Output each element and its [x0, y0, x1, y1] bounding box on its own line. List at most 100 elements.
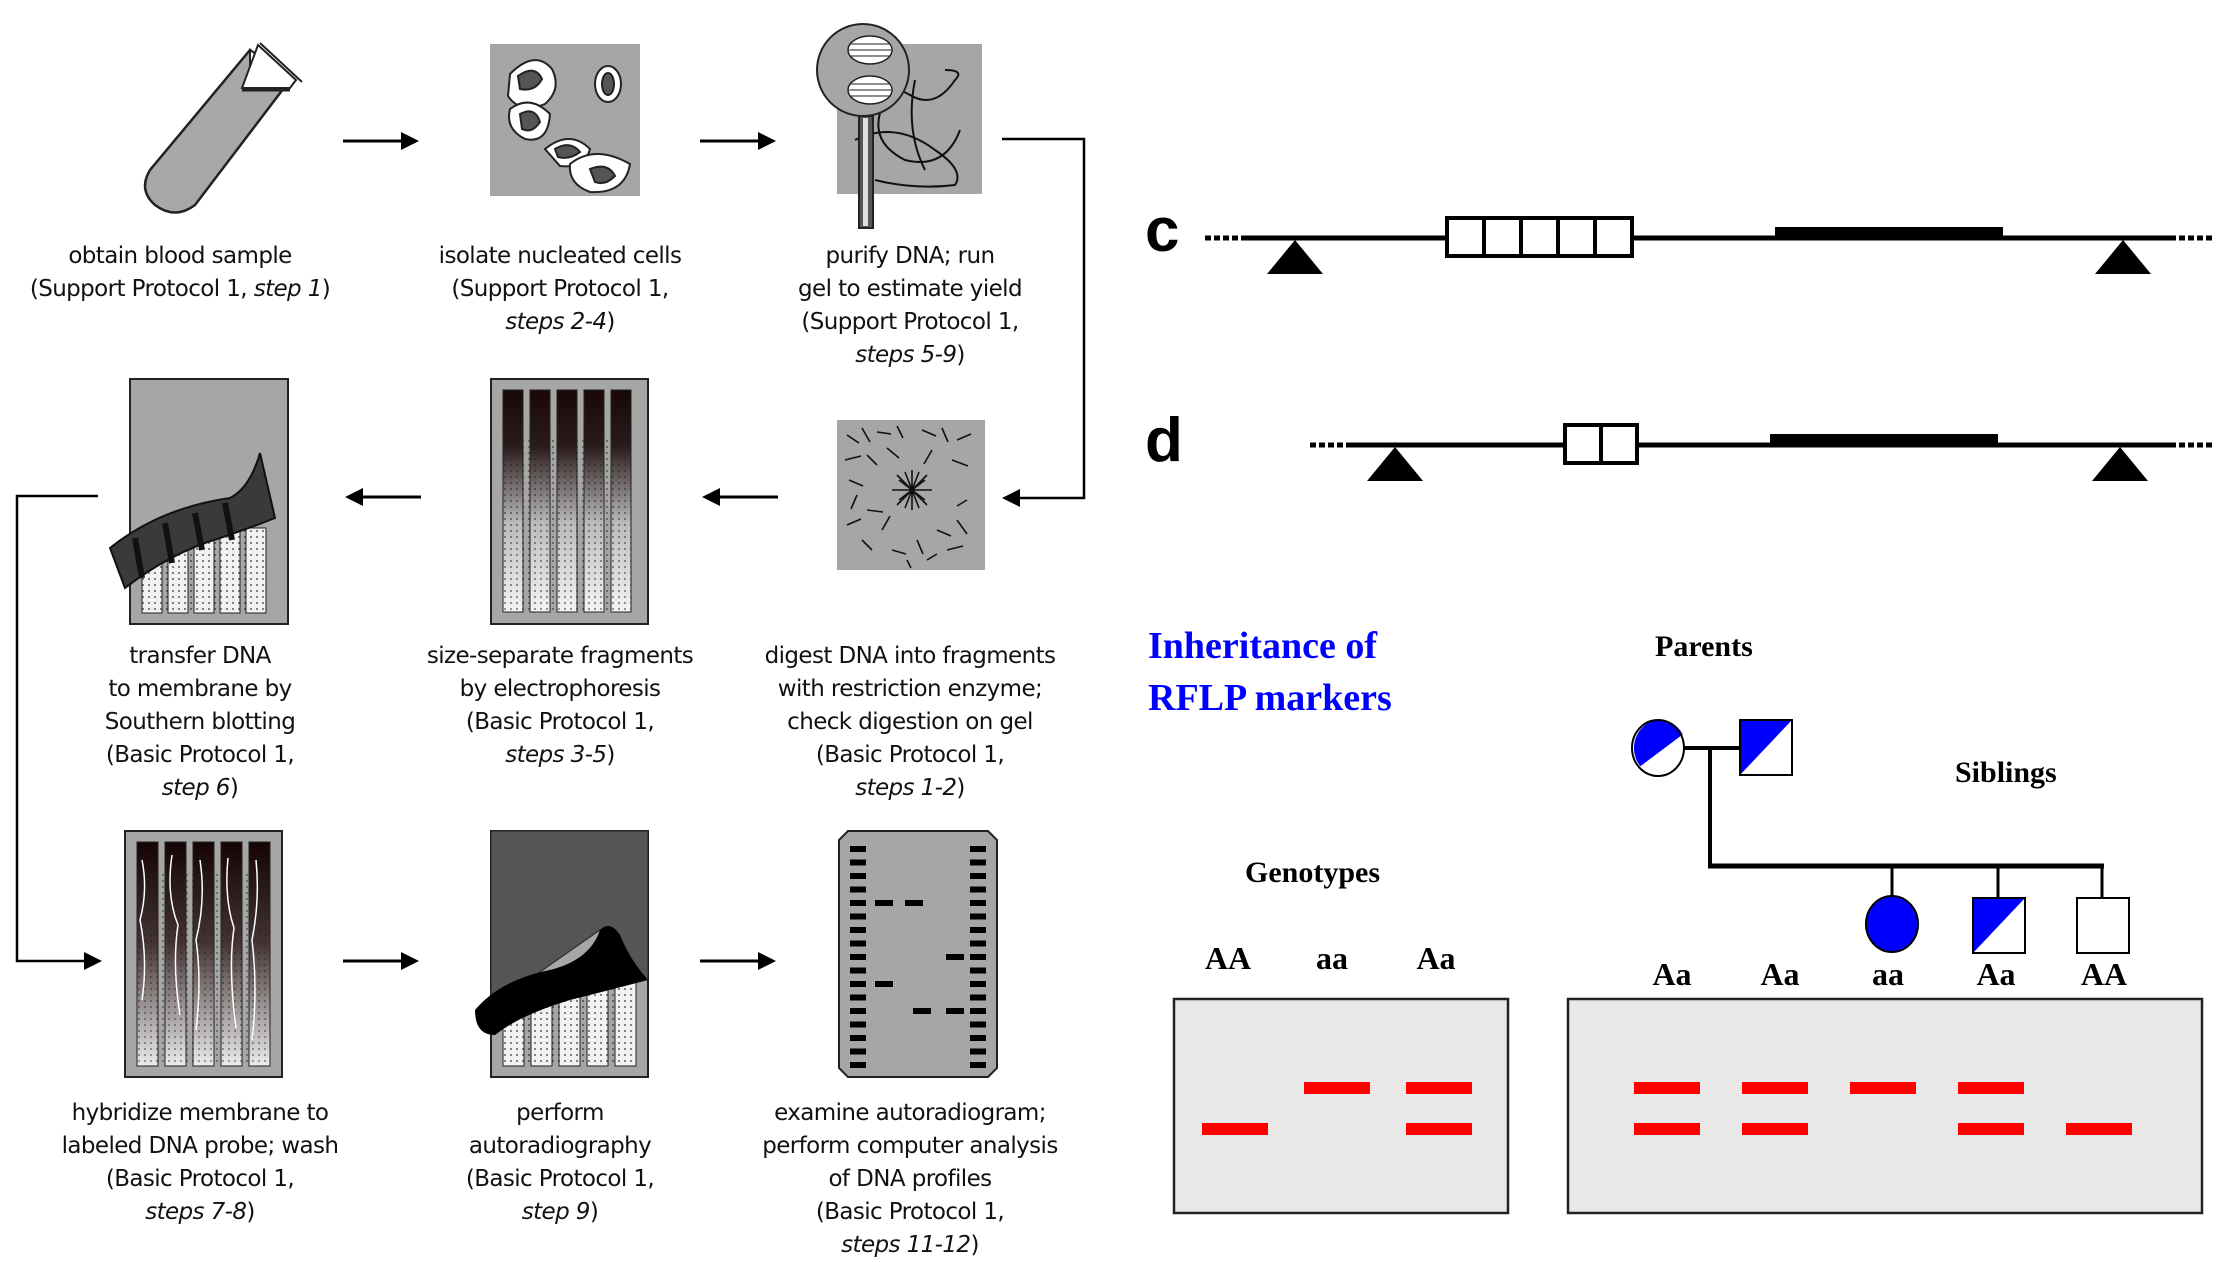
- caption-line: digest DNA into fragments: [764, 643, 1056, 669]
- genotype-label: aa: [1316, 940, 1348, 976]
- nucleated-cells-icon: [490, 44, 640, 196]
- caption-step: step 1: [253, 276, 323, 302]
- inheritance-title: Inheritance of RFLP markers: [1148, 620, 1392, 724]
- ladder-band: [970, 1008, 986, 1014]
- caption-line: steps 7-8): [30, 1196, 370, 1229]
- caption-step: step 6: [161, 775, 231, 801]
- gel-band-upper: [1406, 1082, 1472, 1094]
- pedigree-son-unaffected: [2076, 897, 2130, 954]
- caption-line: hybridize membrane to: [71, 1100, 329, 1126]
- step-caption-transfer-dna: transfer DNA to membrane by Southern blo…: [40, 640, 360, 805]
- ladder-band: [850, 967, 866, 974]
- caption-close: ): [956, 775, 965, 801]
- caption-step: steps 3-5: [505, 742, 607, 768]
- ladder-band: [970, 886, 986, 893]
- restriction-site-marker: [1267, 240, 1323, 274]
- caption-step: steps 11-12: [841, 1232, 971, 1258]
- arrow-right-icon: [700, 952, 776, 970]
- sample-band: [905, 900, 923, 906]
- caption-close: ): [606, 742, 615, 768]
- ladder-band: [970, 1021, 986, 1028]
- caption-protocol: (Basic Protocol 1,: [815, 742, 1005, 768]
- ladder-band: [970, 1035, 986, 1041]
- genotype-label: Aa: [1976, 956, 2016, 992]
- ladder-band: [850, 1008, 866, 1014]
- ladder-band: [850, 927, 866, 933]
- gel-band-upper: [1850, 1082, 1916, 1094]
- locus-d-diagram: [1310, 423, 2215, 481]
- autoradiography-film-icon: [475, 830, 649, 1078]
- step-caption-hybridize: hybridize membrane to labeled DNA probe;…: [30, 1097, 370, 1229]
- gel-band-lower: [1202, 1123, 1268, 1135]
- arrow-right-icon: [343, 132, 419, 150]
- ladder-band: [850, 886, 866, 893]
- caption-line: examine autoradiogram;: [774, 1100, 1046, 1126]
- ladder-band: [970, 954, 986, 960]
- caption-line: to membrane by: [108, 676, 292, 702]
- restriction-site-marker: [2092, 447, 2148, 481]
- ladder-band: [970, 913, 986, 920]
- step-caption-size-separate: size-separate fragments by electrophores…: [400, 640, 720, 772]
- sample-band: [875, 900, 893, 906]
- caption-protocol: (Support Protocol 1,: [801, 309, 1019, 335]
- vntr-repeat-block: [1445, 216, 1634, 258]
- sample-band: [875, 981, 893, 987]
- ladder-band: [850, 940, 866, 947]
- ladder-band: [970, 873, 986, 879]
- caption-close: ): [229, 775, 239, 801]
- ladder-band: [850, 981, 866, 987]
- ladder-band: [970, 967, 986, 974]
- genotype-label: aa: [1872, 956, 1904, 992]
- gel-band-lower: [1958, 1123, 2024, 1135]
- caption-close: ): [970, 1232, 979, 1258]
- ladder-band: [970, 927, 986, 933]
- caption-line: (Support Protocol 1, step 1): [0, 273, 360, 306]
- caption-line: steps 1-2): [735, 772, 1085, 805]
- ladder-band: [850, 1048, 866, 1055]
- title-line: RFLP markers: [1148, 677, 1392, 719]
- pedigree-son-heterozygous: [1972, 897, 2026, 954]
- ladder-band: [970, 846, 986, 852]
- gel-band-upper: [1958, 1082, 2024, 1094]
- ladder-band: [970, 900, 986, 906]
- caption-line: purify DNA; run: [825, 243, 996, 269]
- caption-line: obtain blood sample: [68, 243, 292, 269]
- arrow-left-icon: [702, 488, 778, 506]
- vntr-repeat-block: [1563, 423, 1639, 465]
- gel-band-lower: [2066, 1123, 2132, 1135]
- caption-close: ): [589, 1199, 599, 1225]
- electrophoresis-gel-icon: [490, 378, 649, 625]
- parents-label: Parents: [1655, 630, 1753, 663]
- arrow-left-icon: [345, 488, 421, 506]
- caption-close: ): [606, 309, 615, 335]
- restriction-site-marker: [1367, 447, 1423, 481]
- step-caption-autoradiography: perform autoradiography (Basic Protocol …: [400, 1097, 720, 1229]
- caption-line: steps 3-5): [400, 739, 720, 772]
- caption-line: step 6): [40, 772, 360, 805]
- gel-band-upper: [1304, 1082, 1370, 1094]
- ladder-band: [850, 994, 866, 1001]
- ladder-band: [850, 1021, 866, 1028]
- arrow-right-icon: [700, 132, 776, 150]
- caption-protocol: (Basic Protocol 1,: [105, 1166, 295, 1192]
- caption-step: steps 2-4: [505, 309, 607, 335]
- reference-gel: [1172, 997, 1510, 1215]
- caption-close: ): [956, 342, 965, 368]
- gel-band-upper: [1634, 1082, 1700, 1094]
- step-caption-purify-dna: purify DNA; run gel to estimate yield (S…: [750, 240, 1070, 372]
- southern-blot-icon: [108, 378, 289, 625]
- caption-line: by electrophoresis: [459, 676, 661, 702]
- caption-line: gel to estimate yield: [798, 276, 1023, 302]
- caption-line: perform: [516, 1100, 604, 1126]
- gel-band-lower: [1742, 1123, 1808, 1135]
- sample-band: [913, 1008, 931, 1014]
- step-caption-digest-dna: digest DNA into fragments with restricti…: [735, 640, 1085, 805]
- caption-line: steps 11-12): [735, 1229, 1085, 1262]
- dna-spool-icon: [816, 23, 982, 229]
- dna-fragments-icon: [837, 420, 985, 570]
- caption-protocol: (Basic Protocol 1,: [815, 1199, 1005, 1225]
- caption-close: ): [321, 276, 331, 302]
- caption-line: transfer DNA: [129, 643, 271, 669]
- blood-tube-icon: [143, 42, 303, 214]
- gel-band-lower: [1634, 1123, 1700, 1135]
